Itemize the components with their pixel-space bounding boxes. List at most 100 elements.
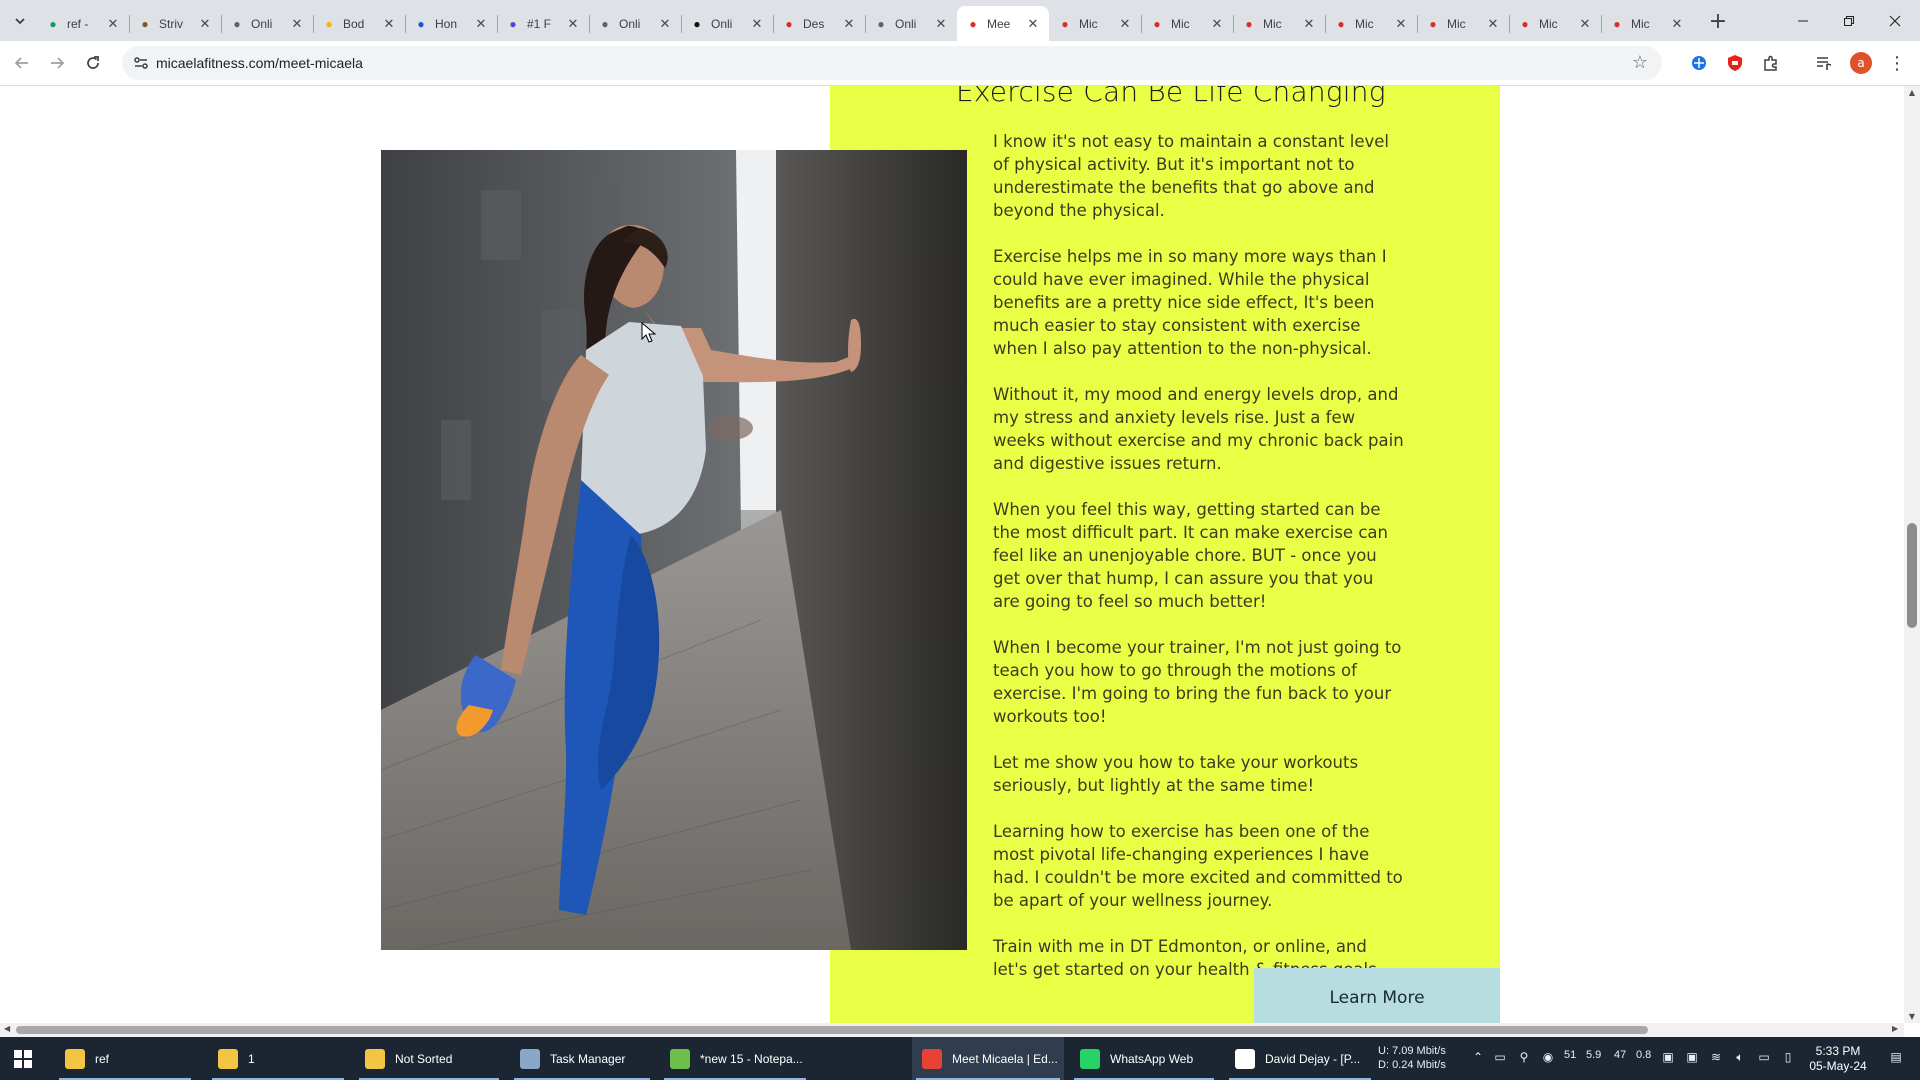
start-button[interactable] <box>0 1037 46 1080</box>
browser-tab[interactable]: ● Hon ✕ <box>405 6 497 41</box>
browser-tab[interactable]: ● Bod ✕ <box>313 6 405 41</box>
reload-icon <box>87 56 99 69</box>
scroll-down-icon[interactable]: ▼ <box>1907 1012 1917 1021</box>
browser-tab-active[interactable]: ● Mee ✕ <box>957 6 1049 41</box>
taskbar-app[interactable]: Meet Micaela | Ed... <box>912 1037 1064 1080</box>
tab-close-icon[interactable]: ✕ <box>1117 16 1133 32</box>
tab-close-icon[interactable]: ✕ <box>565 16 581 32</box>
tab-close-icon[interactable]: ✕ <box>381 16 397 32</box>
tab-close-icon[interactable]: ✕ <box>749 16 765 32</box>
tab-title: #1 F <box>527 16 552 31</box>
browser-tab[interactable]: ● Striv ✕ <box>129 6 221 41</box>
tab-search-button[interactable] <box>8 9 32 33</box>
extension-translate-icon[interactable] <box>1688 52 1710 74</box>
browser-tab[interactable]: ● Mic ✕ <box>1141 6 1233 41</box>
tray-cpu-load: 5.9 <box>1586 1049 1602 1061</box>
learn-more-button[interactable]: Learn More <box>1254 968 1500 1023</box>
tray-folder-icon[interactable]: ▭ <box>1492 1049 1508 1065</box>
browser-tab[interactable]: ● Mic ✕ <box>1325 6 1417 41</box>
tray-volume-icon[interactable]: 🔈︎ <box>1732 1049 1748 1065</box>
tab-close-icon[interactable]: ✕ <box>1485 16 1501 32</box>
tab-close-icon[interactable]: ✕ <box>1301 16 1317 32</box>
profile-avatar[interactable]: a <box>1850 52 1872 74</box>
extension-adblock-icon[interactable] <box>1724 52 1746 74</box>
tab-close-icon[interactable]: ✕ <box>657 16 673 32</box>
tab-close-icon[interactable]: ✕ <box>1025 16 1041 32</box>
tray-network-icon[interactable]: ▯ <box>1780 1049 1796 1065</box>
tab-close-icon[interactable]: ✕ <box>105 16 121 32</box>
browser-tab[interactable]: ● Mic ✕ <box>1233 6 1325 41</box>
horizontal-scrollbar[interactable]: ◀ ▶ <box>0 1023 1904 1037</box>
new-tab-button[interactable]: + <box>1704 9 1732 34</box>
tray-monitor2-icon[interactable]: ▣ <box>1684 1049 1700 1065</box>
tray-monitor-icon[interactable]: ▣ <box>1660 1049 1676 1065</box>
tray-search-icon[interactable]: ⚲ <box>1516 1049 1532 1065</box>
tray-globe-icon[interactable]: ◉ <box>1540 1049 1556 1065</box>
forward-button[interactable] <box>43 49 71 77</box>
browser-tab[interactable]: ● ref - ✕ <box>37 6 129 41</box>
tray-wifi-icon[interactable]: ≋ <box>1708 1049 1724 1065</box>
upload-label: U: <box>1378 1045 1389 1057</box>
browser-tab[interactable]: ● Onli ✕ <box>589 6 681 41</box>
site-info-icon[interactable] <box>132 54 150 72</box>
notifications-icon[interactable]: ▤ <box>1886 1049 1906 1065</box>
browser-tab[interactable]: ● Mic ✕ <box>1509 6 1601 41</box>
taskbar-app[interactable]: WhatsApp Web <box>1070 1037 1218 1080</box>
tab-close-icon[interactable]: ✕ <box>933 16 949 32</box>
micaela-icon: ● <box>1337 16 1345 31</box>
scroll-left-icon[interactable]: ◀ <box>4 1024 10 1033</box>
browser-tab[interactable]: ● Onli ✕ <box>221 6 313 41</box>
address-bar[interactable]: micaelafitness.com/meet-micaela ☆ <box>122 46 1662 80</box>
taskbar-app[interactable]: Not Sorted <box>355 1037 503 1080</box>
browser-tab[interactable]: ● Onli ✕ <box>681 6 773 41</box>
minimize-button[interactable] <box>1780 0 1826 41</box>
bookmark-star-icon[interactable]: ☆ <box>1632 52 1648 73</box>
tab-title: Onli <box>895 16 917 31</box>
tab-close-icon[interactable]: ✕ <box>1209 16 1225 32</box>
tab-close-icon[interactable]: ✕ <box>1393 16 1409 32</box>
tab-title: Des <box>803 16 825 31</box>
vertical-scrollbar[interactable]: ▲ ▼ <box>1904 86 1920 1023</box>
tab-title: Mic <box>1263 16 1282 31</box>
tray-battery-icon[interactable]: ▭ <box>1756 1049 1772 1065</box>
tab-title: Mic <box>1079 16 1098 31</box>
reload-button[interactable] <box>79 49 107 77</box>
back-button[interactable] <box>8 49 36 77</box>
url-text[interactable]: micaelafitness.com/meet-micaela <box>156 55 363 71</box>
tab-close-icon[interactable]: ✕ <box>473 16 489 32</box>
system-clock[interactable]: 5:33 PM 05-May-24 <box>1800 1044 1876 1074</box>
browser-tab[interactable]: ● Des ✕ <box>773 6 865 41</box>
taskbar-app[interactable]: ref <box>55 1037 195 1080</box>
browser-tab[interactable]: ● Mic ✕ <box>1417 6 1509 41</box>
browser-tab[interactable]: ● Mic ✕ <box>1601 6 1693 41</box>
close-window-button[interactable] <box>1872 0 1918 41</box>
taskbar-app[interactable]: 1 <box>208 1037 348 1080</box>
tab-close-icon[interactable]: ✕ <box>197 16 213 32</box>
tab-close-icon[interactable]: ✕ <box>289 16 305 32</box>
media-control-icon[interactable] <box>1813 52 1835 74</box>
hscrollbar-thumb[interactable] <box>16 1026 1648 1034</box>
extensions-puzzle-icon[interactable] <box>1760 52 1782 74</box>
chevron-down-icon <box>15 18 25 25</box>
page-viewport: Exercise Can Be Life Changing I know it'… <box>0 86 1904 1023</box>
browser-tab[interactable]: ● Onli ✕ <box>865 6 957 41</box>
tray-overflow-chevron-icon[interactable]: ⌃ <box>1470 1049 1486 1065</box>
taskbar-app[interactable]: David Dejay - [P... <box>1225 1037 1375 1080</box>
browser-tab[interactable]: ● #1 F ✕ <box>497 6 589 41</box>
tab-title: Onli <box>619 16 641 31</box>
arrow-left-icon <box>14 57 28 69</box>
taskbar-app[interactable]: *new 15 - Notepa... <box>660 1037 810 1080</box>
tab-close-icon[interactable]: ✕ <box>841 16 857 32</box>
tab-title: Mic <box>1631 16 1650 31</box>
tab-close-icon[interactable]: ✕ <box>1577 16 1593 32</box>
scroll-up-icon[interactable]: ▲ <box>1907 88 1917 97</box>
shield-icon: ● <box>509 16 517 31</box>
restore-button[interactable] <box>1826 0 1872 41</box>
taskbar-app[interactable]: Task Manager <box>510 1037 654 1080</box>
bio-paragraph: Learning how to exercise has been one of… <box>993 822 1403 910</box>
menu-kebab-icon[interactable]: ⋮ <box>1886 52 1908 74</box>
scrollbar-thumb[interactable] <box>1907 523 1917 628</box>
browser-tab[interactable]: ● Mic ✕ <box>1049 6 1141 41</box>
scroll-right-icon[interactable]: ▶ <box>1892 1024 1898 1033</box>
tab-close-icon[interactable]: ✕ <box>1669 16 1685 32</box>
